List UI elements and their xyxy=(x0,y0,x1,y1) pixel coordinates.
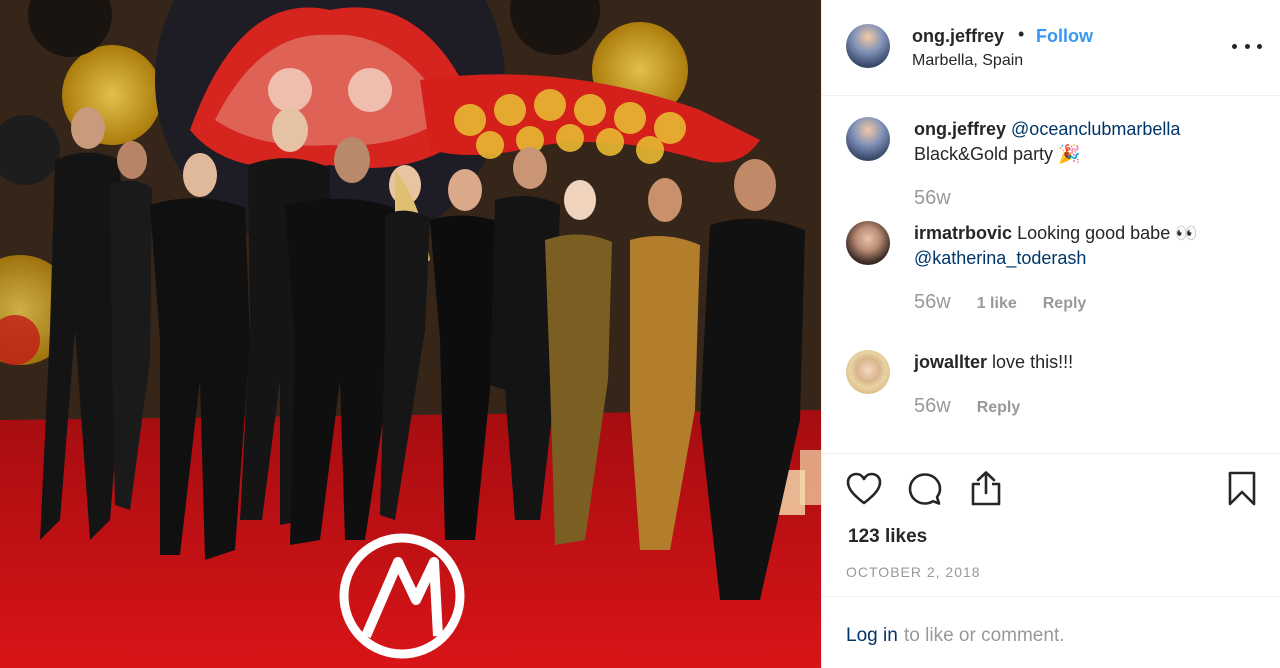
comment-likes[interactable]: 1 like xyxy=(977,295,1017,313)
comment-body: Looking good babe 👀 xyxy=(1017,223,1198,243)
heart-icon[interactable] xyxy=(846,472,882,506)
follow-button[interactable]: Follow xyxy=(1036,26,1093,47)
caption-text: ong.jeffrey @oceanclubmarbella Black&Gol… xyxy=(914,117,1254,167)
comment-time[interactable]: 56w xyxy=(914,291,951,314)
bookmark-icon[interactable] xyxy=(1228,471,1256,506)
author-username[interactable]: ong.jeffrey xyxy=(912,26,1004,47)
comment-username[interactable]: jowallter xyxy=(914,352,987,372)
post-date[interactable]: OCTOBER 2, 2018 xyxy=(846,564,981,580)
commenter-avatar[interactable] xyxy=(846,221,890,265)
reply-button[interactable]: Reply xyxy=(977,399,1021,417)
reply-button[interactable]: Reply xyxy=(1043,295,1087,313)
likes-count[interactable]: 123 likes xyxy=(848,526,927,548)
caption-author-avatar[interactable] xyxy=(846,117,890,161)
post-header: ong.jeffrey • Follow Marbella, Spain xyxy=(822,0,1280,96)
caption-body: Black&Gold party 🎉 xyxy=(914,144,1081,164)
caption-time[interactable]: 56w xyxy=(914,187,951,210)
comment-username[interactable]: irmatrbovic xyxy=(914,223,1012,243)
comment-mention[interactable]: @katherina_toderash xyxy=(914,248,1086,268)
header-separator: • xyxy=(1018,24,1025,44)
comment-text: jowallter love this!!! xyxy=(914,350,1254,375)
login-link[interactable]: Log in xyxy=(846,625,898,647)
comment-text: irmatrbovic Looking good babe 👀 @katheri… xyxy=(914,221,1254,271)
party-photo-illustration xyxy=(0,0,821,668)
post-photo[interactable] xyxy=(0,0,821,668)
more-options-icon[interactable] xyxy=(1232,34,1262,58)
commenter-avatar[interactable] xyxy=(846,350,890,394)
comment-time[interactable]: 56w xyxy=(914,395,951,418)
comment-icon[interactable] xyxy=(908,472,942,506)
post-actions: 123 likes OCTOBER 2, 2018 Log in to like… xyxy=(822,453,1280,668)
login-text: to like or comment. xyxy=(904,625,1065,646)
caption-username[interactable]: ong.jeffrey xyxy=(914,119,1006,139)
post-location[interactable]: Marbella, Spain xyxy=(912,52,1023,70)
comments-list: ong.jeffrey @oceanclubmarbella Black&Gol… xyxy=(822,97,1280,453)
login-prompt: Log in to like or comment. xyxy=(822,596,1280,668)
comment-meta: 56w 1 like Reply xyxy=(914,291,1086,314)
share-icon[interactable] xyxy=(970,470,1002,506)
comment-meta: 56w Reply xyxy=(914,395,1020,418)
post-side-panel: ong.jeffrey • Follow Marbella, Spain ong… xyxy=(821,0,1280,668)
caption-meta: 56w xyxy=(914,187,951,210)
comment-body: love this!!! xyxy=(992,352,1074,372)
caption-mention[interactable]: @oceanclubmarbella xyxy=(1011,119,1180,139)
author-avatar[interactable] xyxy=(846,24,890,68)
